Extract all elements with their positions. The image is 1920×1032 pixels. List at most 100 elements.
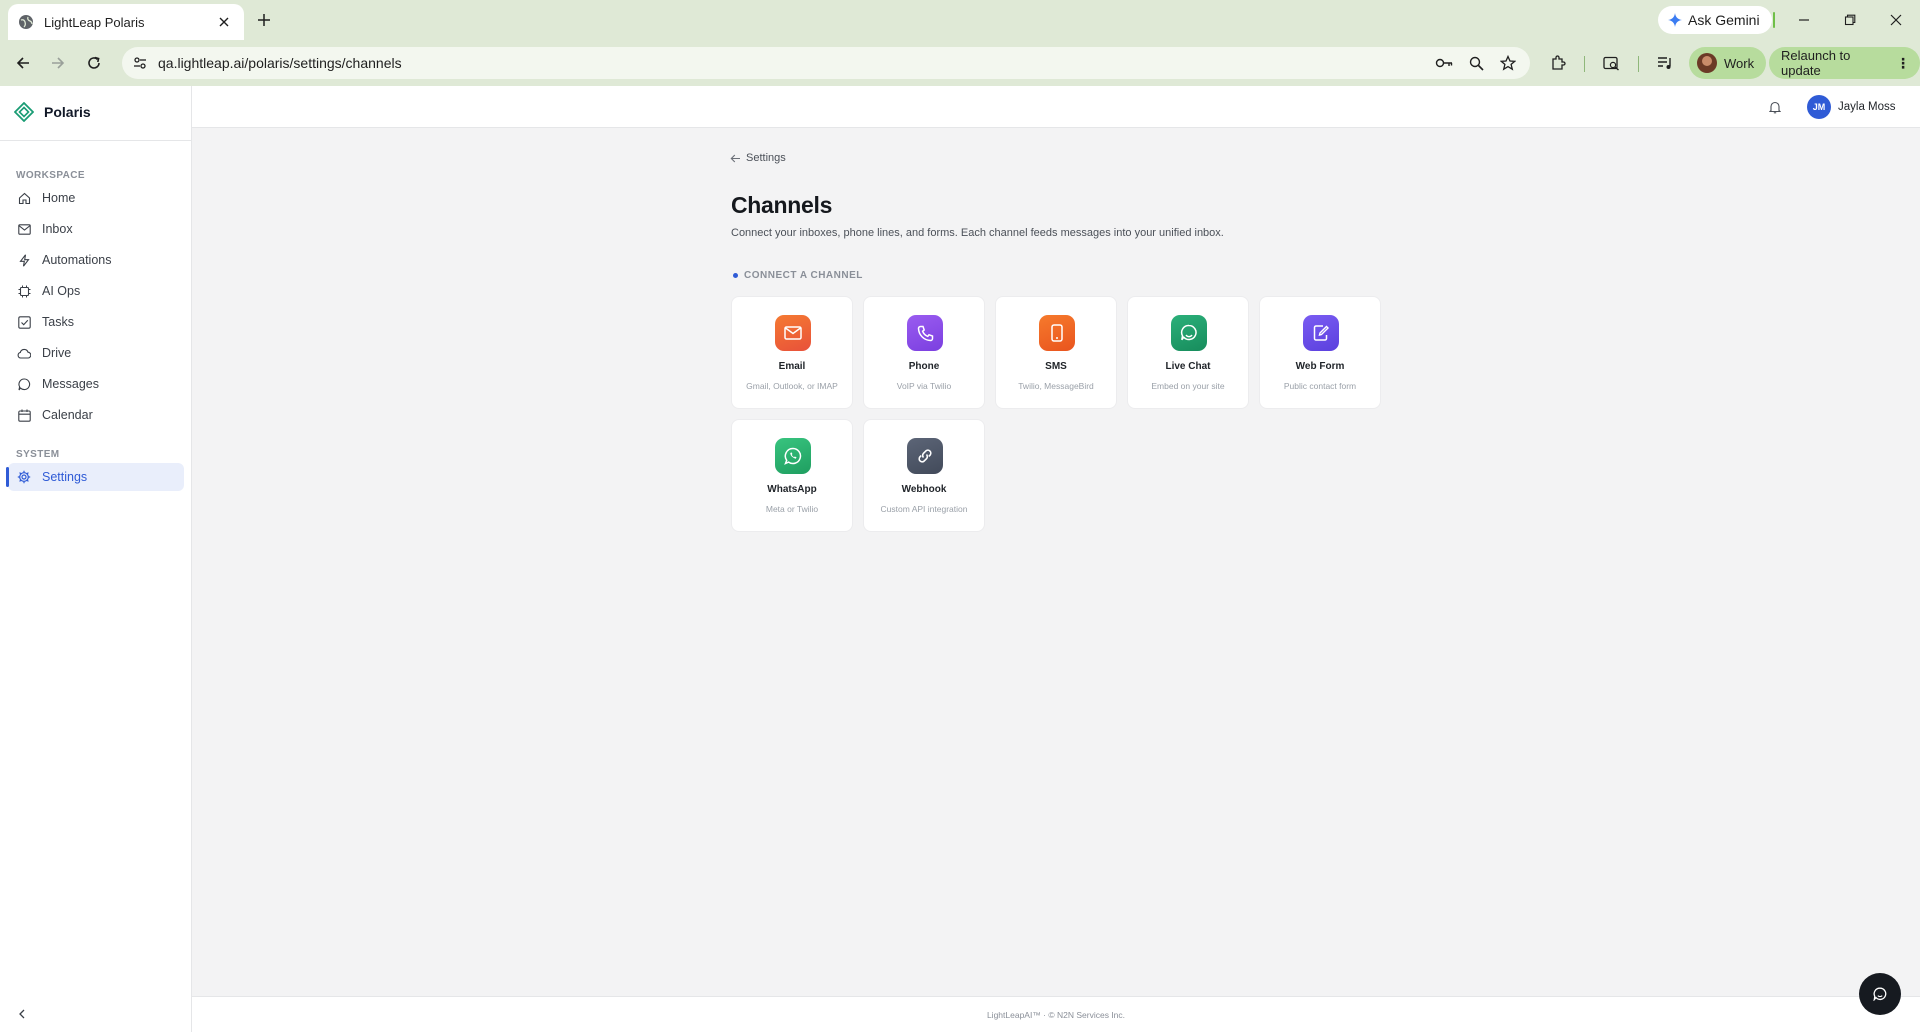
sidebar-item-label: Tasks	[42, 315, 74, 329]
app: Polaris WORKSPACE Home Inbox Automations…	[0, 86, 1920, 1032]
section-heading: CONNECT A CHANNEL	[733, 270, 863, 281]
chat-icon	[1171, 315, 1207, 351]
mail-icon	[16, 221, 32, 237]
channel-card-web-form[interactable]: Web Form Public contact form	[1259, 296, 1381, 409]
tab-title: LightLeap Polaris	[44, 14, 145, 30]
channel-card-webhook[interactable]: Webhook Custom API integration	[863, 419, 985, 532]
system-section-label: SYSTEM	[16, 449, 60, 460]
ask-gemini-label: Ask Gemini	[1688, 12, 1760, 28]
sidebar-item-drive[interactable]: Drive	[8, 339, 184, 367]
tab-strip: LightLeap Polaris Ask Gemini	[0, 0, 1920, 40]
phone-icon	[907, 315, 943, 351]
check-square-icon	[16, 314, 32, 330]
calendar-icon	[16, 407, 32, 423]
browser-tab[interactable]: LightLeap Polaris	[8, 4, 244, 40]
sidebar-item-label: Calendar	[42, 408, 93, 422]
channel-name: Webhook	[901, 484, 947, 495]
restore-icon[interactable]	[1838, 8, 1862, 32]
main-content: Settings Channels Connect your inboxes, …	[192, 128, 1920, 996]
profile-avatar	[1697, 53, 1717, 73]
link-icon	[907, 438, 943, 474]
sidebar-item-messages[interactable]: Messages	[8, 370, 184, 398]
channel-card-whatsapp[interactable]: WhatsApp Meta or Twilio	[731, 419, 853, 532]
channel-description: Twilio, MessageBird	[1018, 381, 1094, 391]
collapse-sidebar-icon[interactable]	[14, 1006, 30, 1022]
site-settings-icon[interactable]	[132, 55, 148, 76]
channel-card-sms[interactable]: SMS Twilio, MessageBird	[995, 296, 1117, 409]
channel-description: VoIP via Twilio	[896, 381, 952, 391]
channel-name: Phone	[908, 361, 940, 372]
bookmark-star-icon[interactable]	[1498, 53, 1518, 73]
channel-name: SMS	[1045, 361, 1067, 372]
tab-search-icon[interactable]	[1600, 52, 1622, 74]
back-icon[interactable]	[10, 50, 36, 76]
forward-icon[interactable]	[45, 50, 71, 76]
sidebar-item-label: Settings	[42, 470, 88, 484]
channel-description: Gmail, Outlook, or IMAP	[746, 381, 838, 391]
workspace-section-label: WORKSPACE	[16, 170, 85, 181]
polaris-logo-icon	[13, 101, 35, 123]
sidebar-item-label: Automations	[42, 253, 112, 267]
sidebar-item-label: Messages	[42, 377, 99, 391]
sidebar-item-label: Inbox	[42, 222, 73, 236]
sidebar-item-calendar[interactable]: Calendar	[8, 401, 184, 429]
channel-card-live-chat[interactable]: Live Chat Embed on your site	[1127, 296, 1249, 409]
url-text: qa.lightleap.ai/polaris/settings/channel…	[158, 55, 402, 71]
gemini-icon	[1668, 13, 1682, 27]
sidebar-item-ai-ops[interactable]: AI Ops	[8, 277, 184, 305]
minimize-icon[interactable]	[1792, 8, 1816, 32]
back-to-settings-link[interactable]: Settings	[730, 152, 786, 164]
channel-description: Public contact form	[1283, 381, 1357, 391]
sidebar-item-automations[interactable]: Automations	[8, 246, 184, 274]
section-heading-label: CONNECT A CHANNEL	[744, 270, 863, 281]
message-icon	[16, 376, 32, 392]
zoom-icon[interactable]	[1466, 53, 1486, 73]
address-bar[interactable]: qa.lightleap.ai/polaris/settings/channel…	[122, 47, 1530, 79]
arrow-left-icon	[730, 154, 740, 162]
sidebar-item-settings[interactable]: Settings	[6, 463, 184, 491]
chip-icon	[16, 283, 32, 299]
relaunch-label: Relaunch to update	[1781, 48, 1851, 78]
more-vert-icon[interactable]: ⋮	[1896, 55, 1910, 72]
form-icon	[1303, 315, 1339, 351]
separator	[1773, 12, 1775, 28]
browser-chrome: LightLeap Polaris Ask Gemini qa.lightlea…	[0, 0, 1920, 86]
media-control-icon[interactable]	[1654, 52, 1676, 74]
sidebar-item-home[interactable]: Home	[8, 184, 184, 212]
brand[interactable]: Polaris	[13, 101, 91, 123]
channel-card-phone[interactable]: Phone VoIP via Twilio	[863, 296, 985, 409]
support-chat-button[interactable]	[1859, 973, 1901, 1015]
reload-icon[interactable]	[81, 50, 107, 76]
user-name: Jayla Moss	[1838, 101, 1896, 113]
window-close-icon[interactable]	[1884, 8, 1908, 32]
sidebar-item-inbox[interactable]: Inbox	[8, 215, 184, 243]
footer: LightLeapAI™ · © N2N Services Inc.	[192, 996, 1920, 1032]
page-title: Channels	[731, 192, 833, 218]
avatar: JM	[1807, 95, 1831, 119]
profile-name: Work	[1724, 55, 1755, 71]
extensions-icon[interactable]	[1547, 52, 1569, 74]
new-tab-icon[interactable]	[254, 10, 274, 30]
ask-gemini-button[interactable]: Ask Gemini	[1658, 6, 1772, 34]
sidebar-item-tasks[interactable]: Tasks	[8, 308, 184, 336]
top-bar: JM Jayla Moss	[192, 86, 1920, 128]
channel-name: Live Chat	[1165, 361, 1211, 372]
globe-icon	[18, 14, 34, 30]
mobile-icon	[1039, 315, 1075, 351]
channel-card-email[interactable]: Email Gmail, Outlook, or IMAP	[731, 296, 853, 409]
bell-icon[interactable]	[1766, 98, 1784, 116]
close-icon[interactable]	[214, 12, 234, 32]
user-menu[interactable]: JM Jayla Moss	[1807, 95, 1896, 119]
bolt-icon	[16, 252, 32, 268]
home-icon	[16, 190, 32, 206]
password-key-icon[interactable]	[1434, 53, 1454, 73]
profile-button[interactable]: Work	[1689, 47, 1767, 79]
chat-icon	[1873, 987, 1887, 1001]
relaunch-button[interactable]: Relaunch to update ⋮	[1769, 47, 1920, 79]
footer-text: LightLeapAI™ · © N2N Services Inc.	[986, 1010, 1126, 1020]
channel-name: Email	[778, 361, 806, 372]
browser-toolbar: qa.lightleap.ai/polaris/settings/channel…	[0, 44, 1920, 82]
separator	[1638, 56, 1639, 72]
divider	[0, 140, 191, 141]
cloud-icon	[16, 345, 32, 361]
